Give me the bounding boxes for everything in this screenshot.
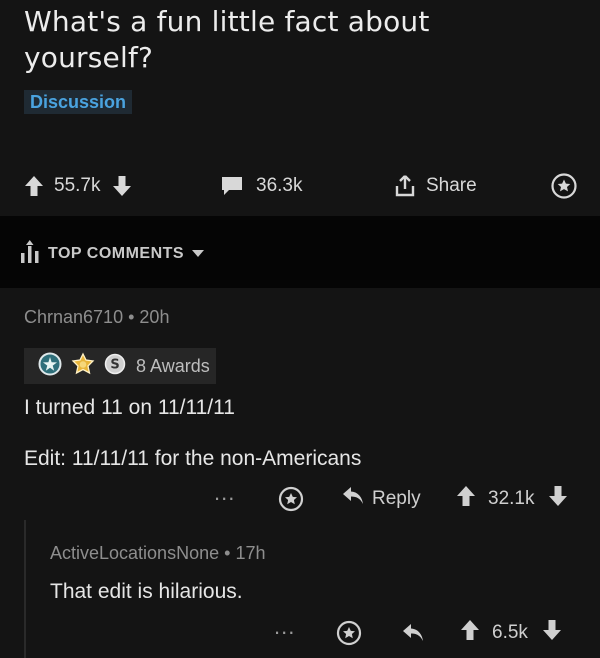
sort-icon — [20, 239, 40, 269]
post-score: 55.7k — [54, 175, 101, 196]
caret-down-icon — [192, 245, 205, 263]
comments-button[interactable]: 36.3k — [220, 168, 302, 204]
downvote-icon[interactable] — [112, 175, 132, 197]
post-title: What's a fun little fact about yourself? — [24, 5, 430, 74]
downvote-icon[interactable] — [548, 485, 568, 513]
comment-vote-group: 32.1k — [456, 482, 568, 516]
comment-author[interactable]: Chrnan6710 — [24, 307, 123, 327]
post-flair[interactable]: Discussion — [24, 90, 133, 114]
comment-score: 32.1k — [488, 488, 535, 509]
reply-label: Reply — [372, 488, 421, 509]
svg-text:S: S — [110, 357, 119, 372]
reply-icon — [342, 486, 364, 512]
share-button[interactable]: Share — [394, 168, 477, 204]
upvote-icon[interactable] — [460, 619, 480, 647]
comment-actions: ... Reply 32.1k — [0, 480, 600, 518]
reply-meta: ActiveLocationsNone • 17h — [50, 543, 265, 564]
reply-text: That edit is hilarious. — [50, 580, 243, 603]
sort-label: TOP COMMENTS — [48, 245, 185, 262]
awards-badge[interactable]: S 8 Awards — [24, 348, 216, 384]
comment-age: 20h — [139, 307, 170, 327]
more-icon[interactable]: ... — [274, 614, 295, 640]
comment-meta: Chrnan6710 • 20h — [24, 307, 169, 328]
award-icon: S — [104, 352, 126, 381]
downvote-icon[interactable] — [542, 619, 562, 647]
upvote-icon[interactable] — [456, 485, 476, 513]
reply-icon[interactable] — [402, 623, 424, 649]
awards-count: 8 Awards — [136, 355, 210, 376]
award-icon[interactable] — [336, 620, 362, 652]
award-icon — [38, 352, 62, 381]
meta-separator: • — [128, 307, 140, 327]
post-vote-group: 55.7k — [24, 168, 132, 204]
award-button[interactable] — [550, 168, 578, 204]
more-icon[interactable]: ... — [214, 480, 235, 506]
reply-age: 17h — [235, 543, 266, 563]
meta-separator: • — [224, 543, 236, 563]
sort-dropdown[interactable]: TOP COMMENTS — [20, 239, 205, 269]
award-icon — [70, 352, 96, 381]
reply-actions: ... 6.5k — [0, 614, 600, 652]
award-icon[interactable] — [278, 486, 304, 518]
post-actions-bar: 55.7k 36.3k Share — [0, 168, 600, 204]
reply-button[interactable]: Reply — [342, 482, 421, 516]
share-icon — [394, 174, 416, 198]
upvote-icon[interactable] — [24, 175, 44, 197]
comments-count: 36.3k — [256, 175, 303, 196]
comment-text-line: I turned 11 on 11/11/11 — [24, 396, 235, 419]
reply-author[interactable]: ActiveLocationsNone — [50, 543, 219, 563]
award-icon — [550, 172, 578, 200]
share-label: Share — [426, 175, 477, 196]
reply-score: 6.5k — [492, 622, 528, 643]
reply-vote-group: 6.5k — [460, 616, 562, 650]
comment-icon — [220, 175, 244, 197]
post-header: What's a fun little fact about yourself?… — [0, 0, 600, 216]
comment-text-line: Edit: 11/11/11 for the non-Americans — [24, 447, 362, 470]
